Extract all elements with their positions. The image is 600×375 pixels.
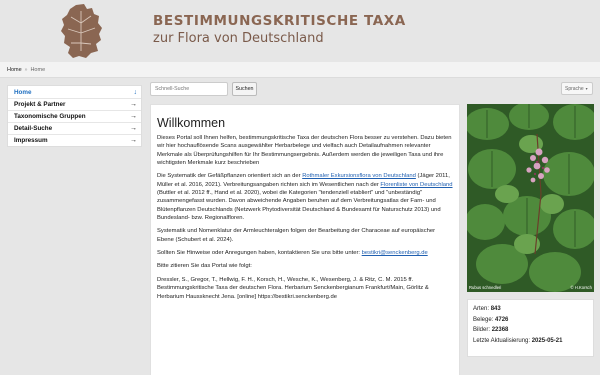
stat-label: Bilder: <box>473 327 491 333</box>
page-title: Willkommen <box>157 116 226 130</box>
sidebar-item-label: Impressum <box>14 137 48 144</box>
statistics-panel: Arten: 843 Belege: 4726 Bilder: 22368 Le… <box>467 299 594 357</box>
sidebar-nav: Home ↓ Projekt & Partner → Taxonomische … <box>7 85 142 147</box>
arrow-right-icon: → <box>130 125 137 132</box>
search-button[interactable]: Suchen <box>232 82 257 96</box>
florenliste-link[interactable]: Florenliste von Deutschland <box>380 182 452 188</box>
breadcrumb: Home» Home <box>0 62 600 78</box>
stat-label: Belege: <box>473 316 494 323</box>
stat-value: 843 <box>490 306 501 312</box>
language-select-label: Sprache <box>565 86 584 92</box>
stat-label: Arten: <box>473 306 490 312</box>
text-span: Die Systematik der Gefäßpflanzen orienti… <box>157 173 303 180</box>
stat-value: 4726 <box>495 316 509 323</box>
sidebar-item-taxonomische-gruppen[interactable]: Taxonomische Gruppen → <box>8 110 141 122</box>
site-subtitle: zur Flora von Deutschland <box>153 31 324 46</box>
chevron-down-icon: ▾ <box>585 86 588 91</box>
rothmaler-link[interactable]: Rothmaler Exkursionsflora von Deutschlan… <box>302 173 416 179</box>
stat-last-update: Letzte Aktualisierung: 2025-05-21 <box>473 336 588 347</box>
arrow-right-icon: → <box>130 101 137 108</box>
stat-arten: Arten: 843 <box>473 304 588 315</box>
site-title: BESTIMMUNGSKRITISCHE TAXA <box>153 13 406 29</box>
systematics-paragraph: Die Systematik der Gefäßpflanzen orienti… <box>157 172 453 222</box>
main-content: Willkommen Dieses Portal soll Ihnen helf… <box>150 104 460 375</box>
breadcrumb-current: Home <box>30 67 46 73</box>
stat-belege: Belege: 4726 <box>473 315 588 326</box>
quick-search-input[interactable] <box>150 82 228 96</box>
sidebar-item-label: Detail-Suche <box>14 125 53 132</box>
sidebar-item-home[interactable]: Home ↓ <box>8 86 141 98</box>
text-span: (Buttler et al. 2012 ff., Hand et al. 20… <box>157 190 441 222</box>
breadcrumb-separator: » <box>24 67 28 73</box>
stat-bilder: Bilder: 22368 <box>473 325 588 336</box>
sidebar-item-label: Home <box>14 88 32 96</box>
photo-caption-species: Rubus schnedleri <box>469 285 502 290</box>
contact-email-link[interactable]: bestikri@senckenberg.de <box>362 250 428 256</box>
germany-map-logo-icon[interactable] <box>58 3 104 59</box>
citation-intro: Bitte zitieren Sie das Portal wie folgt: <box>157 263 252 270</box>
breadcrumb-home-link[interactable]: Home <box>7 67 22 73</box>
stat-value: 2025-05-21 <box>531 337 563 344</box>
sidebar-item-detail-suche[interactable]: Detail-Suche → <box>8 122 141 134</box>
intro-paragraph: Dieses Portal soll Ihnen helfen, bestimm… <box>157 135 452 167</box>
contact-paragraph: Sollten Sie Hinweise oder Anregungen hab… <box>157 249 453 257</box>
plant-photo[interactable]: Rubus schnedleri © H.Korsch <box>467 104 594 292</box>
site-header: BESTIMMUNGSKRITISCHE TAXA zur Flora von … <box>0 0 600 62</box>
photo-caption-copyright: © H.Korsch <box>570 285 592 290</box>
stat-value: 22368 <box>491 327 509 333</box>
rubus-leaves-image <box>467 104 594 292</box>
text-span: Sollten Sie Hinweise oder Anregungen hab… <box>157 250 362 257</box>
stat-label: Letzte Aktualisierung: <box>473 337 531 344</box>
arrow-down-icon: ↓ <box>133 88 138 96</box>
sidebar-item-label: Projekt & Partner <box>14 101 66 108</box>
sidebar-item-impressum[interactable]: Impressum → <box>8 134 141 146</box>
citation-text: Dressler, S., Gregor, T., Hellwig, F. H.… <box>157 276 429 300</box>
sidebar-item-projekt-partner[interactable]: Projekt & Partner → <box>8 98 141 110</box>
sidebar-item-label: Taxonomische Gruppen <box>14 113 86 120</box>
arrow-right-icon: → <box>130 137 137 144</box>
arrow-right-icon: → <box>130 113 137 120</box>
characeae-paragraph: Systematik und Nomenklatur der Armleucht… <box>157 228 436 243</box>
language-select[interactable]: Sprache ▾ <box>561 82 593 95</box>
